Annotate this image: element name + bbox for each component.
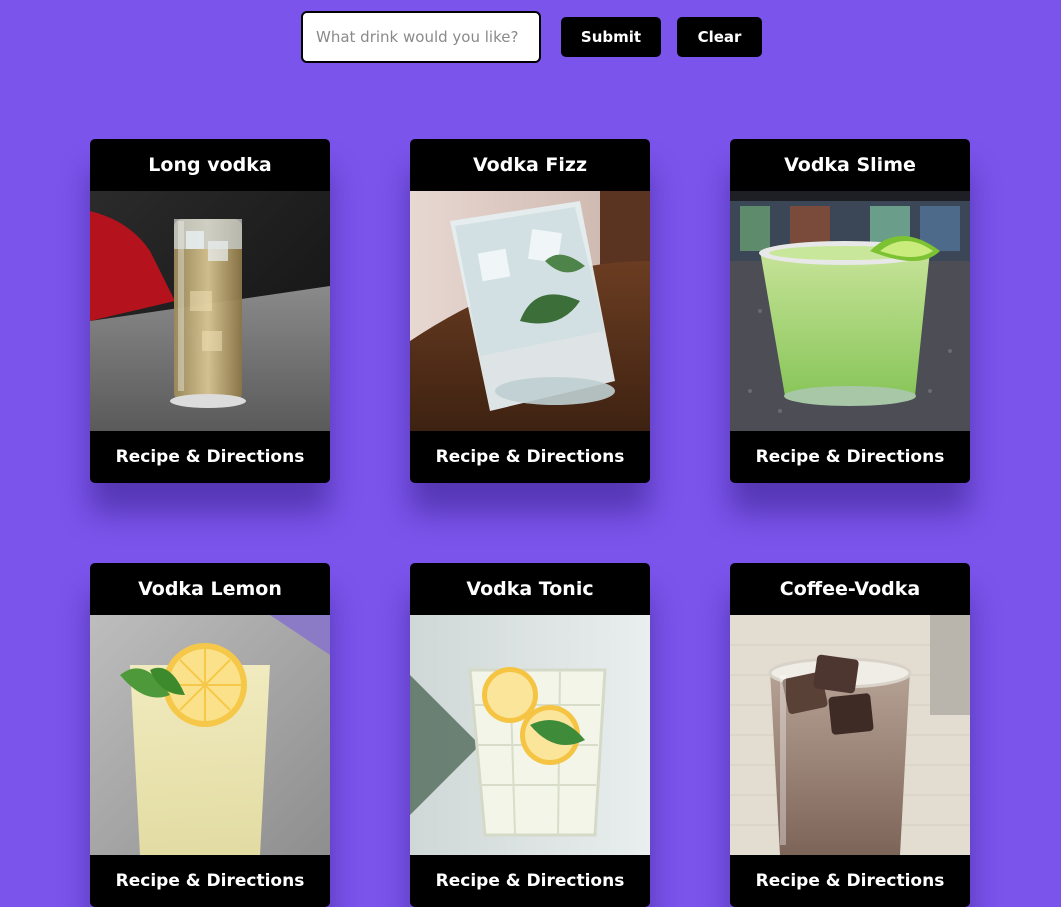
drink-card: Vodka Fizz Recipe & Directions bbox=[410, 139, 650, 483]
recipe-link[interactable]: Recipe & Directions bbox=[410, 855, 650, 907]
drink-card: Coffee-Vodka Recipe & Directions bbox=[730, 563, 970, 907]
drink-image bbox=[90, 191, 330, 431]
drink-image bbox=[410, 191, 650, 431]
recipe-link[interactable]: Recipe & Directions bbox=[730, 855, 970, 907]
drink-image bbox=[730, 615, 970, 855]
drink-title: Vodka Fizz bbox=[473, 154, 587, 176]
drink-image bbox=[730, 191, 970, 431]
search-bar: Submit Clear bbox=[301, 11, 762, 63]
drink-card: Long vodka Recipe & Directions bbox=[90, 139, 330, 483]
recipe-link[interactable]: Recipe & Directions bbox=[90, 855, 330, 907]
clear-button[interactable]: Clear bbox=[677, 17, 762, 57]
recipe-link[interactable]: Recipe & Directions bbox=[90, 431, 330, 483]
drink-card: Vodka Slime Recipe & Directions bbox=[730, 139, 970, 483]
drink-card: Vodka Lemon Recipe & Directions bbox=[90, 563, 330, 907]
drink-title: Long vodka bbox=[148, 154, 272, 176]
submit-button[interactable]: Submit bbox=[561, 17, 661, 57]
recipe-link[interactable]: Recipe & Directions bbox=[410, 431, 650, 483]
drink-title: Vodka Lemon bbox=[138, 578, 282, 600]
drink-title: Coffee-Vodka bbox=[779, 578, 921, 600]
drink-title: Vodka Slime bbox=[784, 154, 916, 176]
drink-card: Vodka Tonic Recipe & Directions bbox=[410, 563, 650, 907]
drink-title: Vodka Tonic bbox=[466, 578, 594, 600]
drink-image bbox=[90, 615, 330, 855]
drink-image bbox=[410, 615, 650, 855]
drink-search-input[interactable] bbox=[301, 11, 541, 63]
recipe-link[interactable]: Recipe & Directions bbox=[730, 431, 970, 483]
